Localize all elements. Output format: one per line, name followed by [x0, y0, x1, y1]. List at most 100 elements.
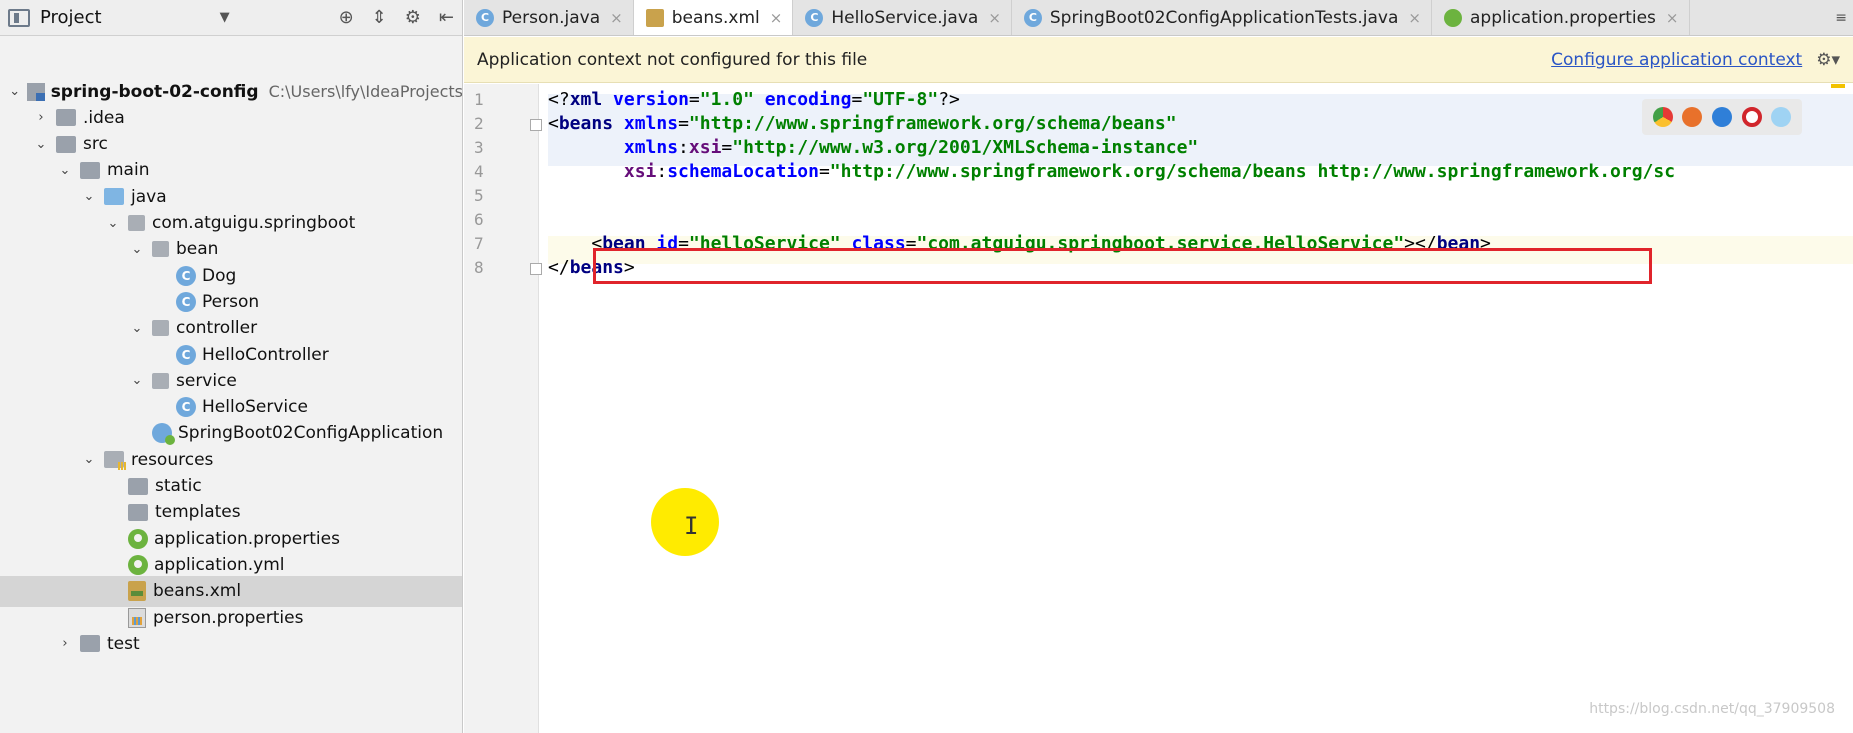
chevron-down-icon[interactable]: ▼ [220, 10, 230, 25]
folder-icon [128, 503, 148, 521]
locate-icon[interactable]: ⊕ [339, 7, 354, 28]
tree-item-label: application.yml [154, 554, 285, 575]
chevron-down-icon[interactable]: ⌄ [6, 84, 23, 99]
chevron-down-icon[interactable]: ⌄ [126, 321, 148, 336]
folder-icon [56, 109, 76, 127]
code-token: "UTF-8" [862, 89, 939, 110]
ie-icon[interactable] [1771, 107, 1792, 127]
editor-tab[interactable]: C SpringBoot02ConfigApplicationTests.java… [1012, 0, 1432, 35]
code-token: version [613, 89, 689, 110]
code-token: xmlns [623, 113, 679, 134]
folder-icon [80, 635, 100, 653]
code-token: : [678, 137, 689, 158]
editor-tab-label: SpringBoot02ConfigApplicationTests.java [1049, 7, 1399, 28]
editor-tab[interactable]: beans.xml × [633, 0, 794, 35]
tree-item-label: static [155, 476, 202, 496]
tree-item[interactable]: › test [0, 628, 462, 659]
spring-app-icon [152, 423, 175, 446]
close-icon[interactable]: × [610, 9, 623, 27]
chevron-down-icon[interactable]: ⌄ [30, 137, 52, 152]
fold-marker-icon[interactable] [530, 263, 542, 275]
editor-tab[interactable]: application.properties × [1432, 0, 1690, 35]
close-icon[interactable]: × [770, 9, 783, 27]
chevron-down-icon[interactable]: ⌄ [54, 163, 76, 178]
class-icon: C [176, 265, 196, 286]
fold-marker-icon[interactable] [530, 119, 542, 131]
chrome-icon[interactable] [1652, 107, 1673, 127]
editor-tab-bar: C Person.java × beans.xml × C HelloService.jav… [464, 0, 1853, 36]
tree-item-label: HelloService [202, 397, 308, 418]
line-number: 1 [474, 90, 484, 109]
chevron-right-icon[interactable]: › [30, 110, 52, 125]
code-token: xsi [623, 161, 657, 182]
editor-tab[interactable]: C Person.java × [464, 0, 634, 35]
configure-context-link[interactable]: Configure application context [1551, 50, 1802, 70]
code-token: schemaLocation [667, 161, 819, 182]
source-folder-icon [104, 188, 124, 206]
chevron-down-icon[interactable]: ⌄ [78, 452, 100, 467]
chevron-down-icon[interactable]: ⌄ [126, 373, 148, 388]
notification-gear-icon[interactable]: ⚙▾ [1816, 50, 1840, 70]
line-number: 3 [474, 138, 484, 157]
line-number: 2 [474, 114, 484, 133]
module-icon [27, 82, 46, 101]
tree-item-label: resources [131, 449, 214, 470]
close-icon[interactable]: × [988, 9, 1001, 27]
tree-item-label: Person [202, 291, 260, 312]
code-token: : [656, 161, 668, 182]
code-token: "1.0" [699, 89, 765, 110]
code-token: </ [548, 257, 570, 278]
opera-icon[interactable] [1741, 107, 1762, 127]
chevron-down-icon[interactable]: ⌄ [126, 242, 148, 257]
chevron-right-icon[interactable]: › [54, 636, 76, 651]
test-class-icon: C [1023, 8, 1042, 27]
collapse-all-icon[interactable]: ⇕ [372, 7, 387, 28]
code-token: < [548, 113, 559, 134]
line-number: 8 [474, 258, 484, 277]
properties-file-icon [128, 607, 146, 628]
code-token: "http://www.springframework.org/schema/b… [688, 113, 1177, 134]
close-icon[interactable]: × [1408, 9, 1421, 27]
code-token: <? [548, 89, 570, 110]
editor-tab[interactable]: C HelloService.java × [793, 0, 1012, 35]
code-token: = [851, 89, 863, 110]
line-number-gutter: 1 2 3 4 5 6 7 8 [464, 84, 542, 733]
watermark: https://blog.csdn.net/qq_37909508 [1589, 701, 1835, 717]
code-token: = [688, 89, 700, 110]
tree-item-label: src [83, 134, 108, 155]
code-token: "http://www.springframework.org/schema/b… [829, 161, 1676, 182]
tree-item-label: beans.xml [153, 581, 242, 602]
warning-stripe-marker[interactable] [1831, 84, 1845, 88]
folder-icon [128, 477, 148, 495]
project-toolbar: ⊕ ⇕ ⚙ ⇤ [339, 7, 454, 28]
code-token: encoding [764, 89, 852, 110]
tree-item-label: service [176, 370, 237, 391]
tree-item-label: bean [176, 239, 219, 260]
tree-item-label: com.atguigu.springboot [152, 213, 356, 233]
package-icon [152, 320, 169, 337]
tab-overflow-icon[interactable]: ≡ [1829, 0, 1853, 35]
close-icon[interactable]: × [1666, 9, 1679, 27]
tree-item-label: application.properties [154, 528, 340, 549]
gear-icon[interactable]: ⚙ [405, 7, 421, 28]
hide-panel-icon[interactable]: ⇤ [439, 7, 454, 28]
class-icon: C [176, 397, 196, 418]
firefox-icon[interactable] [1682, 107, 1703, 127]
safari-icon[interactable] [1711, 107, 1732, 127]
code-token: xsi [688, 137, 722, 158]
folder-icon [56, 135, 76, 153]
line-number: 4 [474, 162, 484, 181]
folder-icon [80, 161, 100, 179]
package-icon [152, 372, 169, 389]
resources-folder-icon [104, 451, 126, 471]
chevron-down-icon[interactable]: ⌄ [102, 216, 124, 231]
code-token: beans [558, 113, 624, 134]
code-line[interactable]: xsi:schemaLocation="http://www.springfra… [548, 158, 1675, 186]
editor-tab-label: Person.java [502, 7, 601, 28]
code-editor[interactable]: 12345678 <?xml version="1.0" encoding="U… [464, 84, 1853, 733]
chevron-down-icon[interactable]: ⌄ [78, 189, 100, 204]
spring-config-icon [1443, 8, 1462, 27]
editor-tab-label: beans.xml [671, 7, 760, 28]
tree-item-label: main [107, 160, 150, 181]
project-panel-title[interactable]: Project [40, 7, 102, 28]
